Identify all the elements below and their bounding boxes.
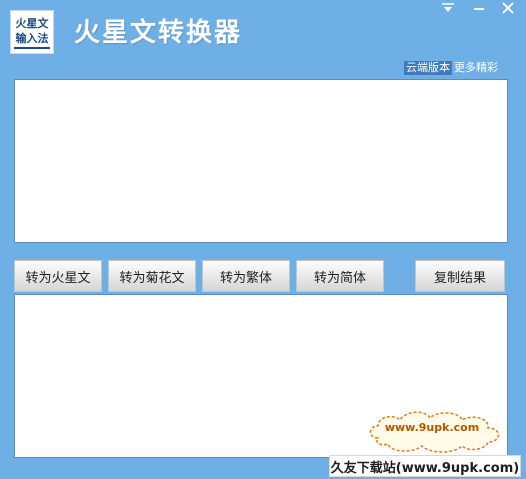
menu-icon[interactable]	[441, 2, 455, 17]
cloud-version-link[interactable]: 云端版本	[404, 61, 452, 75]
source-text-input[interactable]	[14, 79, 508, 243]
convert-to-simplified-button[interactable]: 转为简体	[296, 260, 384, 292]
watermark-cloud-url: www.9upk.com	[384, 421, 480, 434]
convert-to-chrysanthemum-button[interactable]: 转为菊花文	[108, 260, 196, 292]
copy-result-button[interactable]: 复制结果	[415, 260, 505, 292]
minimize-icon[interactable]	[472, 2, 486, 17]
logo-text-line1: 火星文	[15, 16, 49, 30]
app-window: 火星文 输入法 火星文转换器 云端版本 更多精彩 转为火星文 转为菊花文 转为繁…	[0, 0, 526, 479]
convert-to-traditional-button[interactable]: 转为繁体	[202, 260, 290, 292]
app-logo: 火星文 输入法	[10, 10, 54, 54]
logo-underline	[14, 46, 50, 49]
close-icon[interactable]	[501, 1, 515, 17]
logo-text-line2: 输入法	[15, 31, 49, 45]
app-title: 火星文转换器	[74, 18, 243, 48]
watermark-banner: 久友下载站(www.9upk.com)	[329, 455, 521, 477]
more-link[interactable]: 更多精彩	[454, 61, 498, 75]
convert-to-martian-button[interactable]: 转为火星文	[14, 260, 102, 292]
